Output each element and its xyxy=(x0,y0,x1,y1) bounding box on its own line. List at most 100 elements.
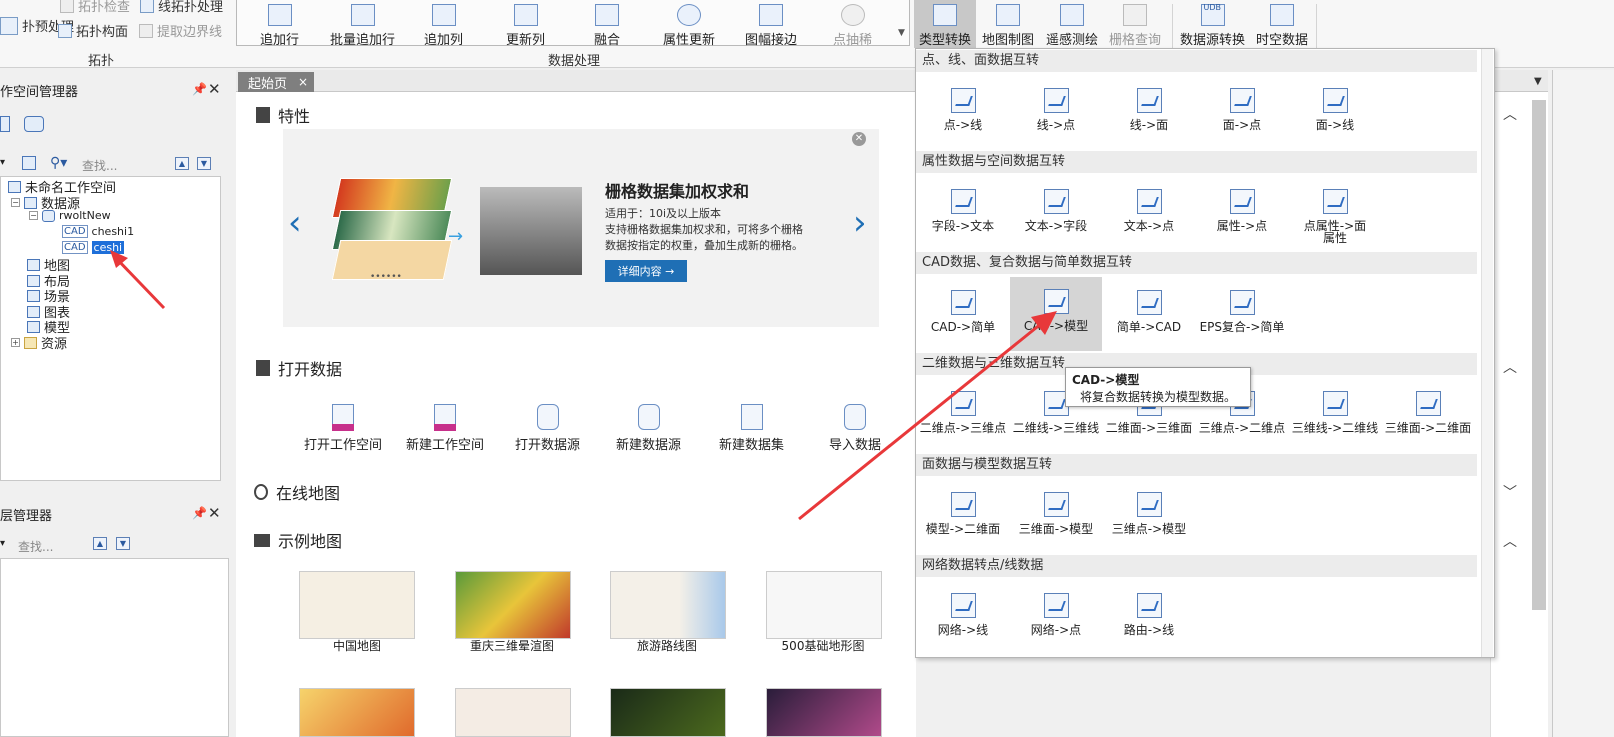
layer-search-input[interactable]: 查找... xyxy=(18,538,53,555)
line-topology-button[interactable]: 线拓扑处理 xyxy=(140,0,223,15)
arrow-shaft xyxy=(798,317,1048,521)
expand-down-icon[interactable]: ﹀ xyxy=(1503,482,1517,502)
text-to-field-button[interactable]: 文本->字段 xyxy=(1010,177,1102,251)
simple-to-cad-icon xyxy=(1136,290,1162,315)
banner-close-icon[interactable]: ✕ xyxy=(852,132,866,146)
simple-to-cad-button[interactable]: 简单->CAD xyxy=(1103,278,1195,352)
3d-point-to-model-button[interactable]: 三维点->模型 xyxy=(1103,480,1195,554)
close-icon[interactable]: ✕ xyxy=(208,504,221,522)
dropdown-scrollbar[interactable] xyxy=(1481,49,1493,657)
folder-icon xyxy=(24,336,37,349)
sample-map-thumb[interactable] xyxy=(455,688,571,737)
point-to-line-button[interactable]: 点->线 xyxy=(917,76,1009,150)
banner-line2: 支持栅格数据集加权求和，可将多个栅格 xyxy=(605,223,803,236)
raster-query-tab[interactable]: 栅格查询 xyxy=(1109,0,1161,48)
topology-build-polygon-button[interactable]: 拓扑构面 xyxy=(58,21,128,40)
dropdown-icon[interactable]: ▾ xyxy=(0,157,5,168)
open-workspace-button[interactable]: 打开工作空间 xyxy=(304,404,382,453)
edge-match-button[interactable]: 图幅接边 xyxy=(745,0,797,48)
collapse-icon[interactable]: − xyxy=(11,198,20,207)
tree-datasource-rwoltnew[interactable]: − rwoltNew xyxy=(29,209,111,222)
remote-sensing-tab[interactable]: 遥感测绘 xyxy=(1046,0,1098,48)
attribute-to-point-button[interactable]: 属性->点 xyxy=(1196,177,1288,251)
eps-compound-to-simple-button[interactable]: EPS复合->简单 xyxy=(1196,278,1288,352)
collapse-up-icon[interactable]: ︿ xyxy=(1503,531,1517,551)
raster-query-icon xyxy=(1123,4,1147,26)
network-to-point-button[interactable]: 网络->点 xyxy=(1010,581,1102,655)
append-row-button[interactable]: 追加行 xyxy=(260,0,299,48)
banner-next-arrow[interactable]: › xyxy=(853,203,867,243)
sample-map-thumb[interactable] xyxy=(610,688,726,737)
sample-map-chongqing[interactable] xyxy=(455,571,571,639)
batch-append-row-button[interactable]: 批量追加行 xyxy=(330,0,395,48)
collapse-up-icon[interactable]: ︿ xyxy=(1503,104,1517,124)
open-datasource-button[interactable]: 打开数据源 xyxy=(515,404,580,453)
route-to-line-button[interactable]: 路由->线 xyxy=(1103,581,1195,655)
tree-resources[interactable]: + 资源 xyxy=(11,333,67,352)
banner-details-button[interactable]: 详细内容 → xyxy=(605,260,687,282)
tab-start-page[interactable]: 起始页 × xyxy=(238,72,314,92)
polygon-to-point-button[interactable]: 面->点 xyxy=(1196,76,1288,150)
point-thinning-button[interactable]: 点抽稀 xyxy=(833,0,872,48)
network-to-line-button[interactable]: 网络->线 xyxy=(917,581,1009,655)
text-to-field-icon xyxy=(1043,189,1069,214)
append-column-icon xyxy=(431,4,456,26)
append-row-icon xyxy=(267,4,292,26)
3d-line-to-2d-line-button[interactable]: 三维线->二维线 xyxy=(1289,379,1381,453)
close-icon[interactable]: ✕ xyxy=(208,80,221,98)
udb-icon: UDB xyxy=(1200,3,1225,26)
field-to-text-button[interactable]: 字段->文本 xyxy=(917,177,1009,251)
open-icon[interactable] xyxy=(22,156,36,170)
expand-icon[interactable]: + xyxy=(11,338,20,347)
tab-list-dropdown-icon[interactable]: ▼ xyxy=(1534,76,1542,87)
search-up-button[interactable]: ▲ xyxy=(93,537,107,550)
new-workspace-button[interactable]: 新建工作空间 xyxy=(406,404,484,453)
info-icon xyxy=(677,4,701,26)
sample-map-china[interactable] xyxy=(299,571,415,639)
datasource-icon xyxy=(24,196,37,209)
extract-boundary-button[interactable]: 提取边界线 xyxy=(139,21,222,40)
type-conversion-tab[interactable]: 类型转换 xyxy=(914,0,976,48)
sample-map-label: 旅游路线图 xyxy=(636,639,697,653)
search-icon[interactable]: ⚲▾ xyxy=(50,155,67,171)
tab-close-icon[interactable]: × xyxy=(298,75,308,89)
sample-map-thumb[interactable] xyxy=(299,688,415,737)
pin-icon[interactable]: 📌 xyxy=(192,82,207,96)
tree-dataset-cheshi1[interactable]: CAD cheshi1 xyxy=(62,225,134,238)
start-page-scrollbar[interactable] xyxy=(1532,100,1546,610)
new-datasource-button[interactable]: 新建数据源 xyxy=(616,404,681,453)
datasource-toolbar-icon[interactable] xyxy=(24,116,44,132)
ribbon-expand-icon[interactable]: ▼ xyxy=(898,28,905,38)
type-conversion-icon xyxy=(933,4,957,26)
line-to-point-button[interactable]: 线->点 xyxy=(1010,76,1102,150)
search-down-button[interactable]: ▼ xyxy=(116,537,130,550)
banner-prev-arrow[interactable]: ‹ xyxy=(288,203,302,243)
polygon-to-line-button[interactable]: 面->线 xyxy=(1289,76,1381,150)
spatiotemporal-tab[interactable]: 时空数据 xyxy=(1256,0,1308,48)
line-to-polygon-button[interactable]: 线->面 xyxy=(1103,76,1195,150)
sample-map-topographic[interactable] xyxy=(766,571,882,639)
collapse-up-icon[interactable]: ︿ xyxy=(1503,357,1517,377)
point-attr-to-polygon-attr-button[interactable]: 点属性->面属性 xyxy=(1289,177,1381,251)
new-dataset-button[interactable]: 新建数据集 xyxy=(719,404,784,453)
scene-icon xyxy=(27,289,40,302)
append-column-button[interactable]: 追加列 xyxy=(424,0,463,48)
3d-polygon-to-2d-polygon-button[interactable]: 三维面->二维面 xyxy=(1382,379,1474,453)
text-to-point-button[interactable]: 文本->点 xyxy=(1103,177,1195,251)
topology-check-button[interactable]: 拓扑检查 xyxy=(60,0,130,15)
workspace-search-input[interactable]: 查找... xyxy=(82,157,117,174)
search-down-button[interactable]: ▼ xyxy=(197,157,211,170)
sample-map-tourism[interactable] xyxy=(610,571,726,639)
workspace-toolbar-icon[interactable] xyxy=(0,116,10,132)
search-up-button[interactable]: ▲ xyxy=(175,157,189,170)
update-column-button[interactable]: 更新列 xyxy=(506,0,545,48)
dropdown-icon[interactable]: ▾ xyxy=(0,538,5,549)
layer-list xyxy=(0,558,229,737)
cartography-tab[interactable]: 地图制图 xyxy=(982,0,1034,48)
attribute-update-button[interactable]: 属性更新 xyxy=(663,0,715,48)
dissolve-button[interactable]: 融合 xyxy=(594,0,620,48)
sample-map-thumb[interactable] xyxy=(766,688,882,737)
pin-icon[interactable]: 📌 xyxy=(192,506,207,520)
datasource-conversion-tab[interactable]: UDB 数据源转换 xyxy=(1180,0,1245,48)
collapse-icon[interactable]: − xyxy=(29,211,38,220)
